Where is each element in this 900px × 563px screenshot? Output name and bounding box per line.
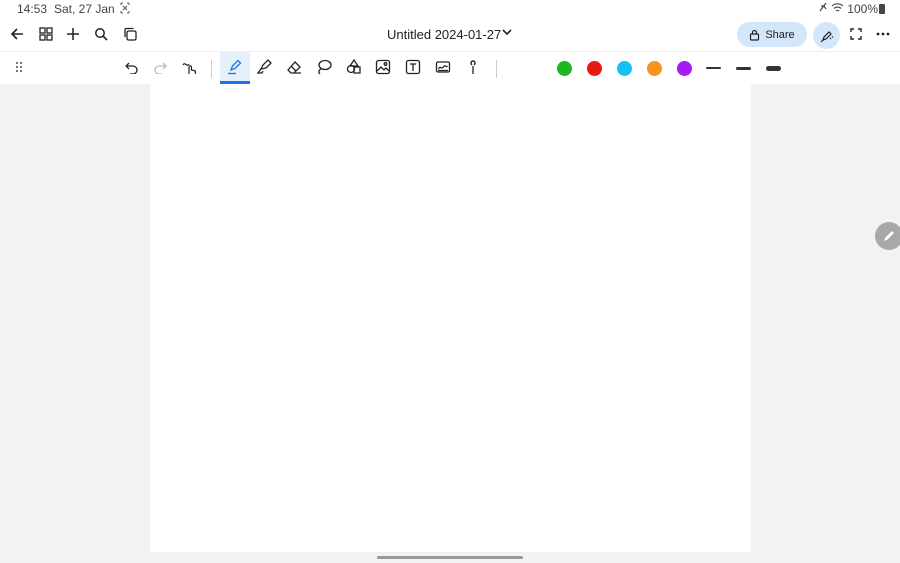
pages-icon[interactable]: [121, 25, 139, 43]
share-button[interactable]: Share: [737, 22, 807, 47]
lasso-icon[interactable]: [315, 58, 333, 76]
color-swatch-purple[interactable]: [677, 61, 692, 76]
chevron-down-icon[interactable]: [500, 25, 514, 44]
pen-sparkle-icon: [820, 30, 833, 42]
image-icon[interactable]: [374, 58, 392, 76]
header-bar: Untitled 2024-01-27 Share: [0, 18, 900, 51]
fullscreen-icon[interactable]: [847, 25, 865, 43]
note-title[interactable]: Untitled 2024-01-27: [387, 27, 501, 42]
search-icon[interactable]: [92, 25, 110, 43]
highlighter-icon[interactable]: [256, 58, 274, 76]
lock-icon: [750, 29, 760, 41]
home-indicator[interactable]: [377, 556, 523, 559]
toolbar-divider: [496, 60, 497, 78]
shapes-icon[interactable]: [345, 58, 363, 76]
pen-tool-button[interactable]: [220, 52, 250, 84]
color-swatch-orange[interactable]: [647, 61, 662, 76]
add-icon[interactable]: [64, 25, 82, 43]
status-bar: 14:53 Sat, 27 Jan 100%: [0, 0, 900, 18]
back-arrow-icon[interactable]: [8, 25, 26, 43]
text-box-icon[interactable]: [404, 58, 422, 76]
drawing-pad-icon[interactable]: [434, 58, 452, 76]
stroke-width-thick[interactable]: [766, 66, 781, 71]
undo-icon[interactable]: [123, 58, 141, 76]
drawing-toolbar: [0, 51, 900, 84]
more-options-icon[interactable]: [874, 25, 892, 43]
screen-capture-icon: [120, 2, 130, 17]
wifi-icon: [831, 2, 844, 17]
color-swatch-red[interactable]: [587, 61, 602, 76]
pencil-icon: [884, 231, 894, 241]
battery-icon: [879, 4, 885, 14]
color-swatch-green[interactable]: [557, 61, 572, 76]
note-canvas[interactable]: [150, 84, 751, 552]
battery-level: 100%: [847, 2, 878, 16]
redo-icon[interactable]: [151, 58, 169, 76]
touch-gesture-icon[interactable]: [181, 58, 199, 76]
eraser-icon[interactable]: [285, 58, 303, 76]
stroke-width-medium[interactable]: [736, 67, 751, 70]
status-date: Sat, 27 Jan: [54, 2, 115, 16]
pen-icon: [226, 58, 244, 76]
share-label: Share: [765, 28, 795, 41]
magic-wand-icon[interactable]: [464, 58, 482, 76]
status-time: 14:53: [17, 2, 48, 16]
floating-pen-button[interactable]: [875, 222, 900, 250]
stroke-width-thin[interactable]: [706, 67, 721, 69]
toolbar-divider: [211, 60, 212, 78]
grid-view-icon[interactable]: [37, 25, 55, 43]
pen-mode-button[interactable]: [813, 22, 840, 49]
drag-handle-icon[interactable]: [10, 58, 28, 76]
no-sound-icon: [818, 2, 828, 17]
color-swatch-cyan[interactable]: [617, 61, 632, 76]
